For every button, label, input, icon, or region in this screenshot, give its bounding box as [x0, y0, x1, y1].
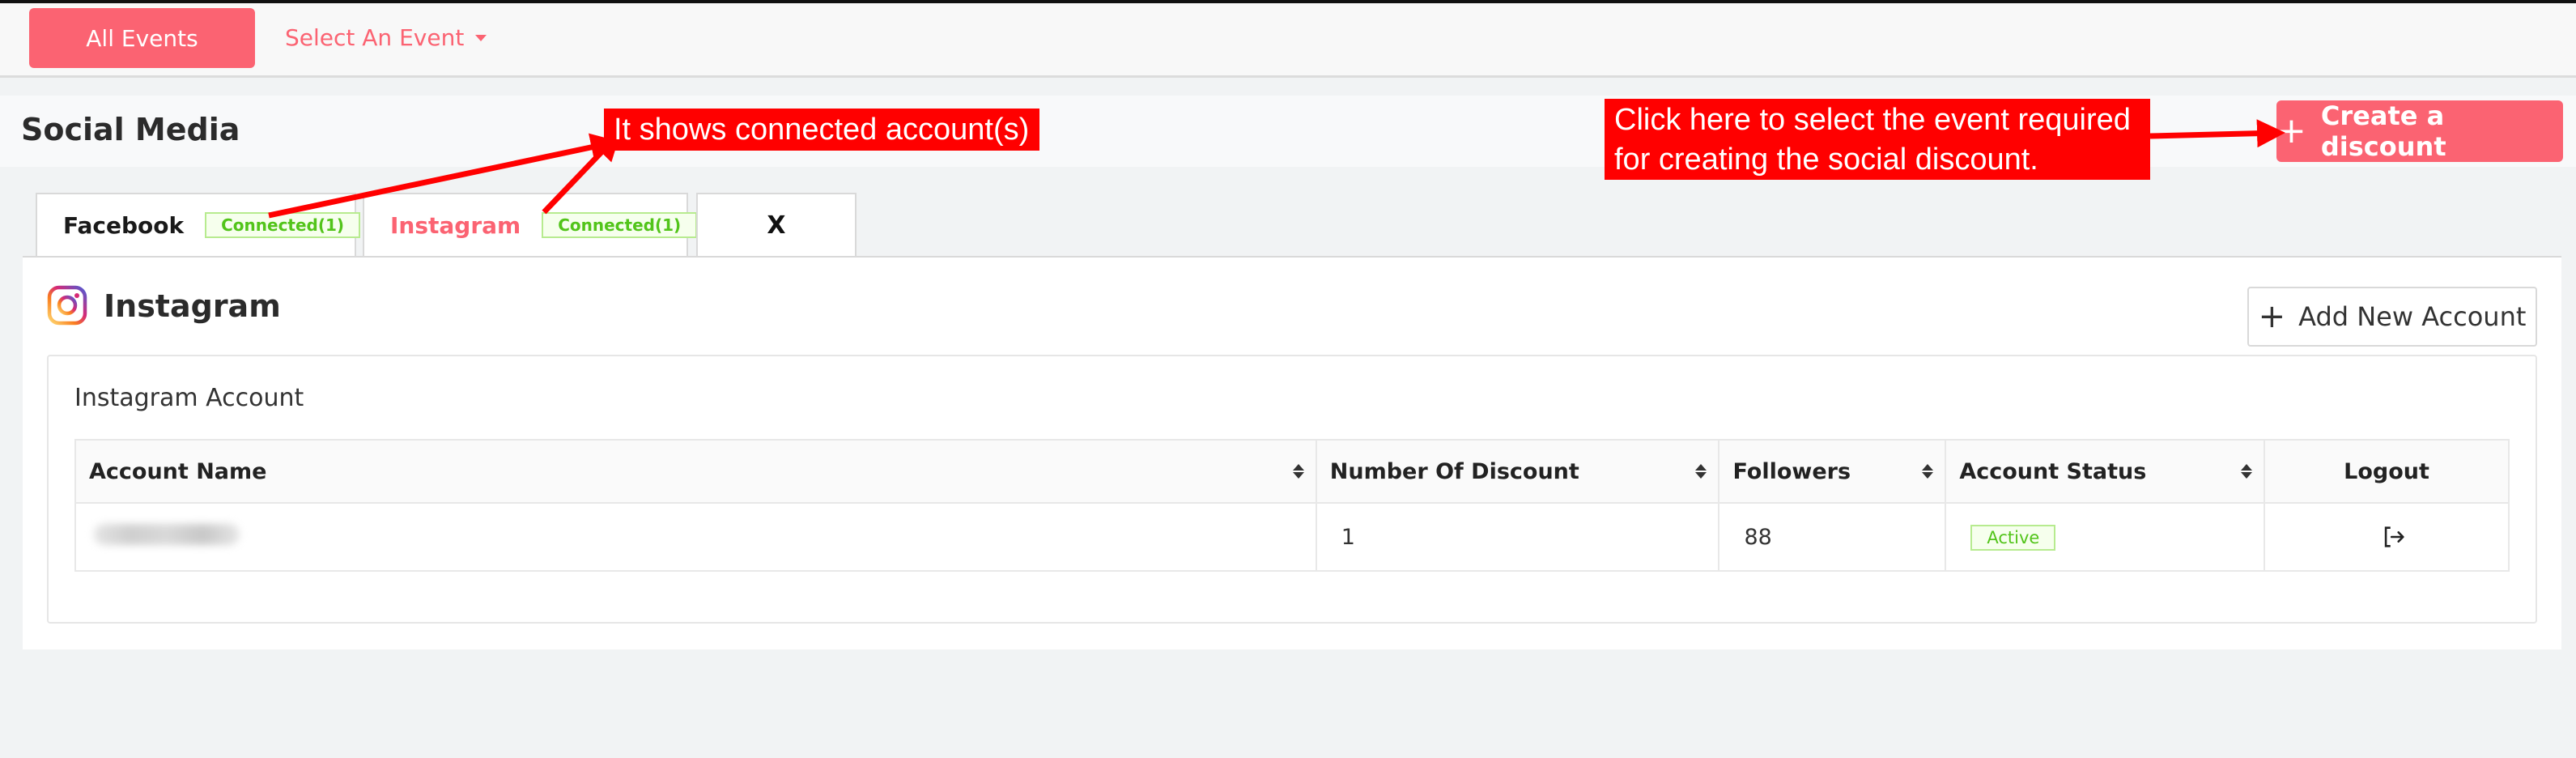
logout-icon[interactable]: [2380, 523, 2408, 551]
column-header-account-name[interactable]: Account Name: [74, 439, 1317, 504]
tab-x-label: X: [767, 211, 786, 240]
table-row: 1 88 Active: [74, 502, 2510, 572]
column-header-number-of-discount[interactable]: Number Of Discount: [1315, 439, 1720, 504]
followers-cell: 88: [1718, 502, 1947, 572]
column-header-label: Account Name: [89, 458, 267, 484]
blurred-account-name: [94, 523, 240, 545]
column-header-logout: Logout: [2264, 439, 2510, 504]
sort-icon[interactable]: [1695, 464, 1707, 479]
status-badge: Active: [1970, 524, 2056, 551]
column-header-label: Logout: [2344, 458, 2429, 484]
plus-icon: +: [2276, 110, 2306, 151]
sort-icon[interactable]: [2241, 464, 2253, 479]
column-header-account-status[interactable]: Account Status: [1945, 439, 2266, 504]
instagram-icon: [47, 285, 87, 326]
caret-down-icon: [475, 34, 487, 41]
column-header-followers[interactable]: Followers: [1718, 439, 1947, 504]
add-new-account-button[interactable]: + Add New Account: [2247, 287, 2537, 347]
sort-icon[interactable]: [1292, 464, 1304, 479]
tab-x[interactable]: X: [696, 193, 857, 256]
accounts-table: Account Name Number Of Discount Follower…: [74, 439, 2510, 572]
table-header-row: Account Name Number Of Discount Follower…: [74, 439, 2510, 504]
account-status-cell: Active: [1945, 502, 2266, 572]
facebook-connected-badge: Connected(1): [205, 212, 361, 238]
page-title: Social Media: [21, 112, 240, 147]
page-header: [0, 96, 2576, 167]
instagram-section-title: Instagram: [104, 288, 281, 324]
number-of-discount-cell: 1: [1315, 502, 1720, 572]
column-header-label: Account Status: [1959, 458, 2147, 484]
create-discount-button[interactable]: + Create a discount: [2276, 100, 2563, 162]
sort-icon[interactable]: [1922, 464, 1934, 479]
tab-facebook-label: Facebook: [63, 211, 185, 239]
select-event-label: Select An Event: [285, 24, 465, 51]
logout-cell: [2264, 502, 2510, 572]
card-title: Instagram Account: [74, 384, 304, 412]
create-discount-label: Create a discount: [2320, 100, 2446, 162]
column-header-label: Followers: [1732, 458, 1851, 484]
column-header-label: Number Of Discount: [1329, 458, 1579, 484]
annotation-create-discount: Click here to select the event required …: [1605, 99, 2150, 180]
all-events-button[interactable]: All Events: [29, 8, 255, 68]
tab-instagram-label: Instagram: [390, 211, 521, 239]
tab-instagram[interactable]: Instagram Connected(1): [363, 193, 698, 256]
annotation-connected-accounts: It shows connected account(s): [604, 109, 1039, 151]
account-name-cell: [74, 502, 1317, 572]
add-new-account-label: Add New Account: [2298, 301, 2527, 332]
tab-facebook[interactable]: Facebook Connected(1): [36, 193, 361, 256]
plus-icon: +: [2258, 298, 2286, 335]
select-event-dropdown[interactable]: Select An Event: [285, 24, 487, 51]
instagram-connected-badge: Connected(1): [542, 212, 698, 238]
